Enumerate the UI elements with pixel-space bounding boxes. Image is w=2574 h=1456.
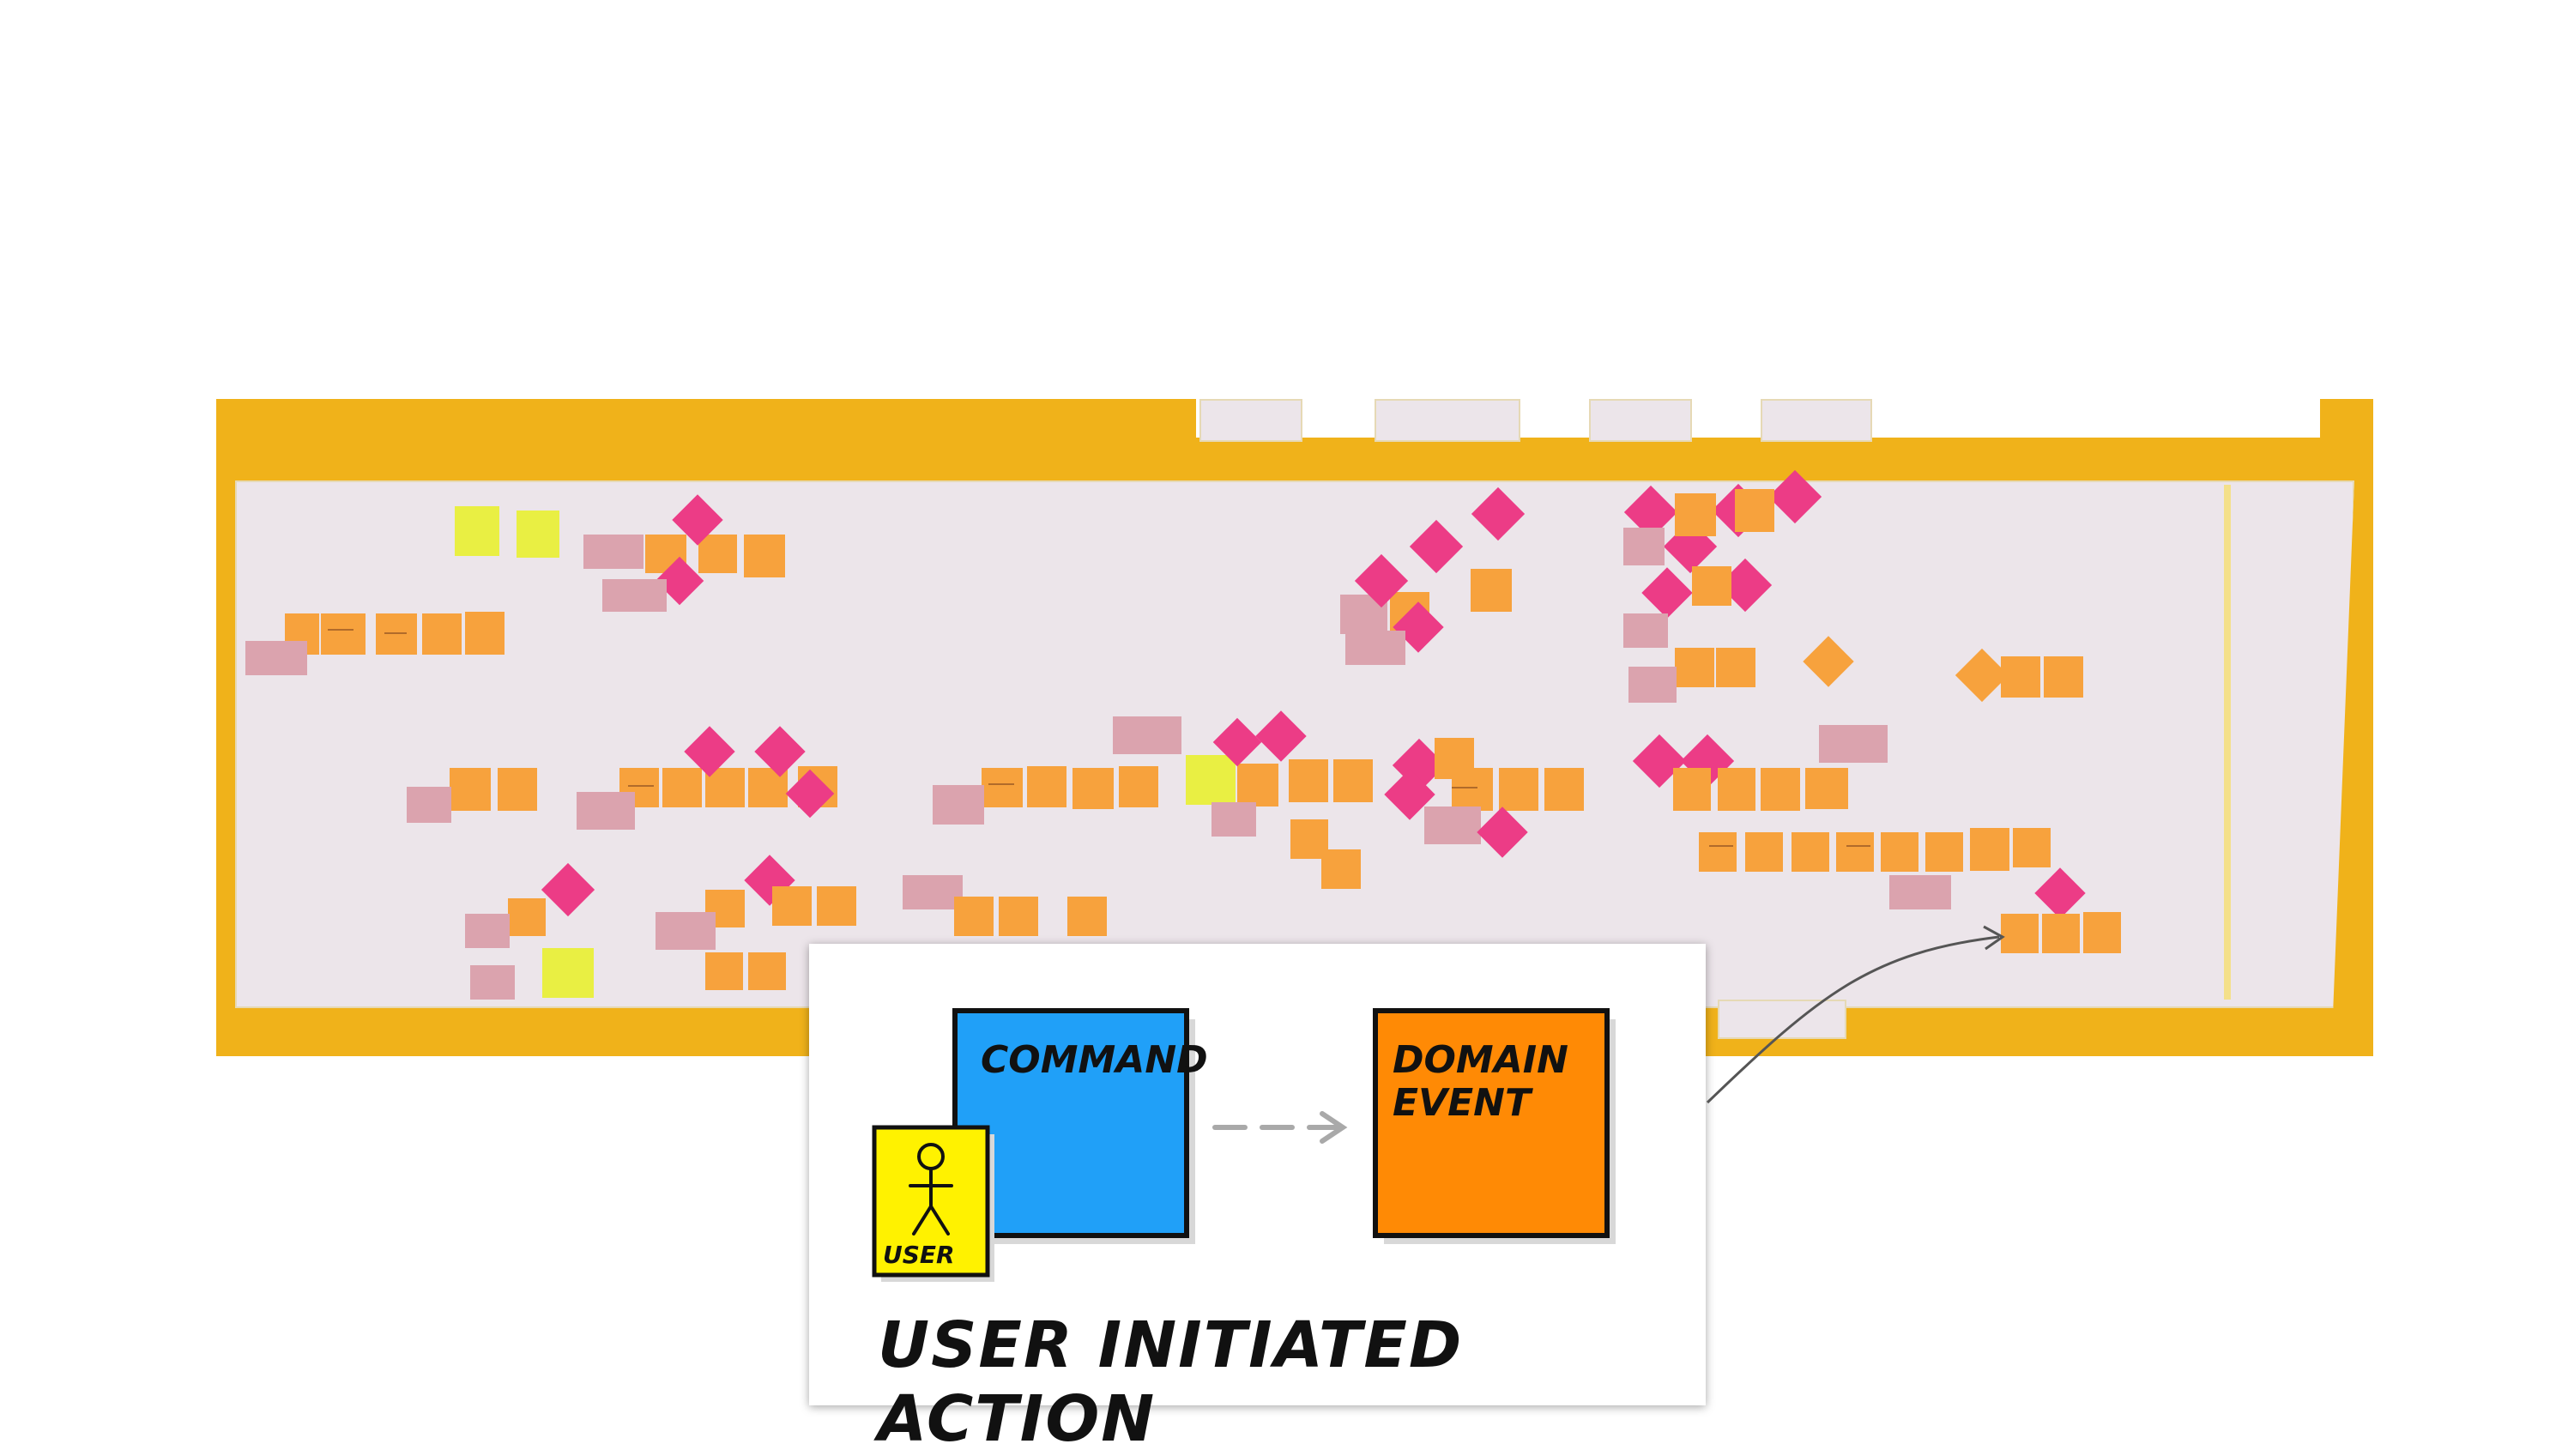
sticky-note-event: [1471, 569, 1512, 612]
command-label: COMMAND: [981, 1038, 1208, 1082]
handwriting: [1709, 845, 1733, 847]
legend-card: COMMAND DOMAIN EVENT USER USER INITIATED…: [809, 944, 1706, 1456]
sticky-note-event: [1673, 768, 1711, 811]
sticky-note-user: [542, 948, 594, 998]
sticky-note-event: [1027, 766, 1066, 807]
sticky-note-event: [1692, 566, 1731, 606]
sticky-note-event: [1067, 897, 1107, 936]
sticky-note-event: [498, 768, 537, 811]
sticky-note-event: [1970, 828, 2009, 871]
domain-event-label-line1: DOMAIN: [1393, 1038, 1568, 1082]
sticky-note-event: [817, 886, 856, 926]
sticky-note-event: [321, 613, 366, 655]
sticky-note-event: [465, 612, 505, 655]
sticky-note-policy: [1889, 875, 1951, 909]
sticky-note-policy: [1623, 613, 1668, 648]
legend-caption: USER INITIATED ACTION: [878, 1308, 1464, 1456]
sticky-note-event: [662, 768, 702, 807]
sticky-note-policy: [656, 912, 716, 950]
sticky-note-policy: [245, 641, 307, 675]
sticky-note-event: [2044, 656, 2083, 698]
sticky-note-event: [1925, 832, 1963, 872]
dashed-arrow-icon: [1212, 1111, 1348, 1144]
sticky-note-event: [1452, 768, 1493, 811]
handwriting: [1452, 787, 1477, 788]
wall-gap: [1196, 399, 2320, 438]
paper-tab: [1761, 399, 1872, 442]
handwriting: [1846, 845, 1870, 847]
sticky-note-event: [2042, 914, 2080, 953]
sticky-note-policy: [933, 785, 984, 825]
sticky-note-policy: [1819, 725, 1888, 763]
sticky-note-event: [772, 886, 812, 926]
sticky-note-event: [1792, 832, 1829, 872]
sticky-note-policy: [1628, 667, 1677, 703]
sticky-note-policy: [1113, 716, 1181, 754]
sticky-note-policy: [577, 792, 635, 830]
handwriting: [384, 632, 407, 634]
sticky-note-event: [744, 535, 785, 577]
sticky-note-event: [2001, 914, 2039, 953]
sticky-note-event: [1675, 648, 1714, 687]
sticky-note-event: [1718, 768, 1755, 811]
handwriting: [988, 783, 1014, 785]
domain-event-label-line2: EVENT: [1393, 1081, 1533, 1125]
sticky-note-event: [2013, 828, 2051, 867]
sticky-note-event: [1716, 648, 1755, 687]
handwriting: [628, 785, 654, 787]
sticky-note-event: [1333, 759, 1373, 802]
sticky-note-event: [1805, 768, 1848, 809]
sticky-note-event: [1321, 849, 1361, 889]
sticky-note-event: [999, 897, 1038, 936]
sticky-note-event: [1499, 768, 1538, 811]
sticky-note-event: [2001, 656, 2040, 698]
sticky-note-event: [1761, 768, 1800, 811]
sticky-note-user: [455, 506, 499, 556]
sticky-note-event: [1881, 832, 1918, 872]
sticky-note-event: [1072, 768, 1114, 809]
sticky-note-event: [1735, 489, 1774, 532]
sticky-note-policy: [1424, 807, 1481, 844]
sticky-note-event: [1119, 766, 1158, 807]
sticky-note-event: [508, 898, 546, 936]
sticky-note-policy: [602, 579, 667, 612]
sticky-note-user: [1186, 755, 1236, 805]
paper-tab: [1375, 399, 1520, 442]
sticky-note-event: [748, 952, 786, 990]
sticky-note-event: [982, 768, 1023, 807]
sticky-note-policy: [1623, 528, 1665, 565]
sticky-note-policy: [465, 914, 510, 948]
sticky-note-policy: [407, 787, 451, 823]
sticky-note-event: [698, 535, 737, 573]
sticky-note-event: [1289, 759, 1328, 802]
sticky-note-event: [1699, 832, 1737, 872]
sticky-note-event: [422, 613, 462, 655]
sticky-note-event: [1675, 493, 1716, 536]
sticky-note-policy: [470, 965, 515, 1000]
sticky-note-policy: [1345, 631, 1405, 665]
sticky-note-event: [1836, 832, 1874, 872]
sticky-note-event: [1237, 764, 1278, 807]
timeline-divider: [2224, 485, 2231, 1000]
sticky-note-event: [954, 897, 994, 936]
paper-tab: [1199, 399, 1302, 442]
sticky-note-event: [705, 952, 743, 990]
paper-tab: [1718, 1000, 1846, 1039]
sticky-note-event: [450, 768, 491, 811]
sticky-note-policy: [583, 535, 644, 569]
user-label: USER: [883, 1241, 955, 1269]
sticky-note-event: [376, 613, 417, 655]
sticky-note-event: [1745, 832, 1783, 872]
sticky-note-user: [517, 511, 559, 558]
sticky-note-event: [2083, 912, 2121, 953]
sticky-note-event: [1544, 768, 1584, 811]
handwriting: [328, 629, 353, 631]
sticky-note-policy: [1211, 802, 1256, 837]
paper-tab: [1589, 399, 1692, 442]
